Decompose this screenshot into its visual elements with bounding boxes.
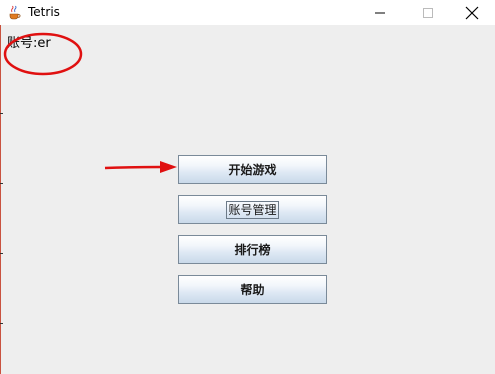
close-button[interactable] [449,0,495,25]
border-tick [0,323,3,324]
help-button[interactable]: 帮助 [178,275,327,304]
border-tick [0,253,3,254]
java-coffee-icon [7,5,22,20]
leaderboard-label: 排行榜 [234,243,271,257]
close-icon [465,6,479,19]
tetris-window: Tetris 账号:er 开始游戏 账号管理 排行榜 帮助 [0,0,495,374]
help-label: 帮助 [240,283,265,297]
border-tick [0,183,3,184]
window-title: Tetris [28,5,60,19]
pointer-arrow [104,161,177,173]
start-game-button[interactable]: 开始游戏 [178,155,327,184]
account-manage-label: 账号管理 [226,200,279,219]
maximize-icon [423,7,433,18]
leaderboard-button[interactable]: 排行榜 [178,235,327,264]
account-manage-button[interactable]: 账号管理 [178,195,327,224]
maximize-button[interactable] [405,0,451,25]
minimize-icon [375,12,385,13]
window-left-border [0,25,1,374]
minimize-button[interactable] [357,0,403,25]
border-tick [0,113,3,114]
account-label: 账号:er [7,36,51,51]
annotation-overlay [3,32,177,173]
start-game-label: 开始游戏 [228,163,277,177]
title-bar[interactable]: Tetris [0,0,495,25]
